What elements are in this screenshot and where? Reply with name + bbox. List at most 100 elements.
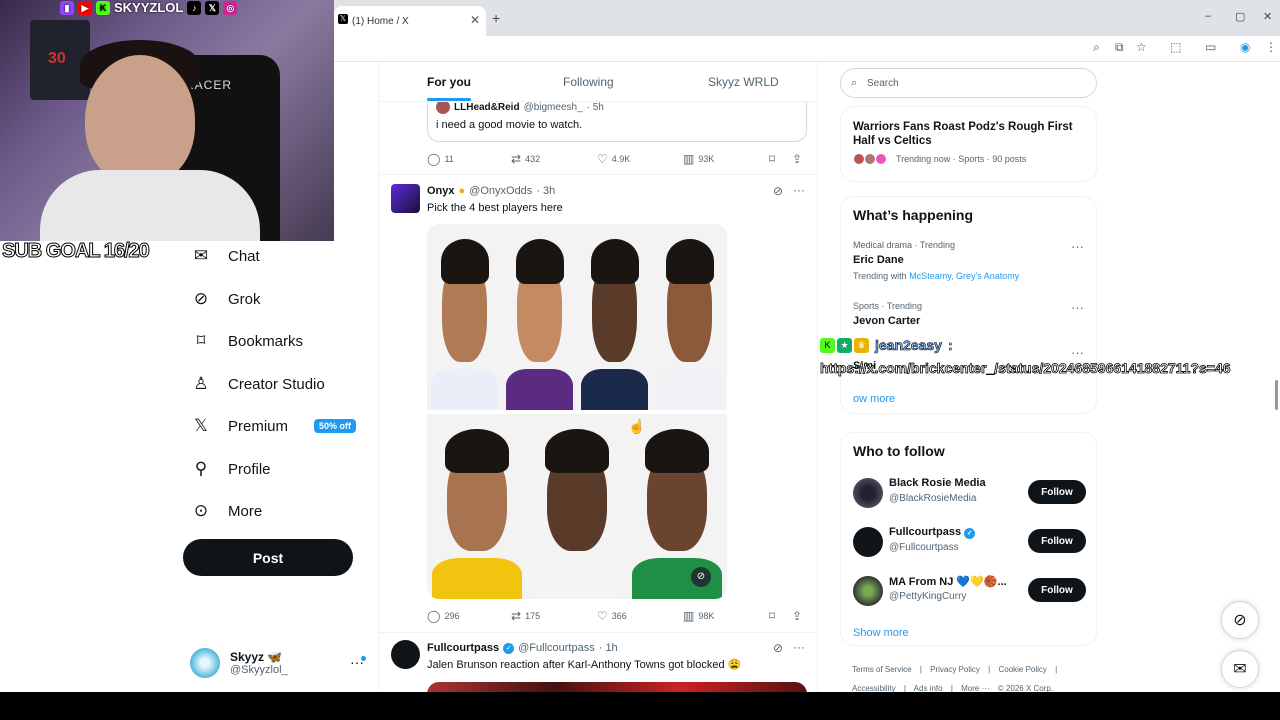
new-tab-button[interactable]: + [492, 10, 500, 26]
zoom-icon[interactable]: ⌕ [1093, 40, 1100, 55]
profile-icon[interactable]: ◉ [1240, 40, 1250, 54]
notification-dot [361, 656, 366, 661]
heart-icon: ♡ [597, 152, 608, 166]
follow-button[interactable]: Follow [1028, 480, 1086, 504]
sidepanel-icon[interactable]: ▭ [1205, 40, 1216, 54]
repost-icon: ⇄ [511, 609, 522, 623]
nav-chat[interactable]: ✉ Chat [190, 246, 260, 266]
footer-ads-link[interactable]: Ads info [914, 684, 943, 692]
trend-name[interactable]: Jevon Carter [853, 315, 920, 327]
extensions-icon[interactable]: ⬚ [1170, 40, 1181, 54]
nav-label: Profile [228, 460, 271, 478]
follow-button[interactable]: Follow [1028, 578, 1086, 602]
like-button[interactable]: ♡ 4.9K [597, 152, 630, 166]
tweet-header: Fullcourtpass ✓ @Fullcourtpass · 1h [427, 642, 618, 654]
views-button[interactable]: ▥ 93K [683, 152, 714, 166]
account-switcher[interactable]: Skyyz 🦋 @Skyyzlol_ [190, 648, 288, 678]
footer-privacy-link[interactable]: Privacy Policy [930, 665, 980, 674]
tab-skyyz-wrld[interactable]: Skyyz WRLD [708, 75, 779, 89]
like-button[interactable]: ♡ 366 [597, 609, 627, 623]
nav-creator-studio[interactable]: ♙ Creator Studio [190, 374, 325, 394]
follow-suggestion[interactable]: Fullcourtpass ✓ @Fullcourtpass Follow [853, 524, 1098, 564]
tweet-author-handle[interactable]: @OnyxOdds [469, 185, 532, 197]
tweet-author-name[interactable]: Fullcourtpass [427, 642, 499, 654]
bookmark-button[interactable]: ⌑ [769, 609, 775, 623]
share-button[interactable]: ⇪ [792, 152, 802, 166]
maximize-button[interactable]: ▢ [1235, 10, 1245, 23]
follow-button[interactable]: Follow [1028, 529, 1086, 553]
reply-button[interactable]: ◯ 11 [427, 152, 454, 166]
tweet-author-name[interactable]: Onyx [427, 185, 455, 197]
footer-more-link[interactable]: More ··· [961, 684, 989, 692]
nav-premium[interactable]: 𝕏 Premium 50% off [190, 416, 357, 436]
share-button[interactable]: ⇪ [792, 609, 802, 623]
player-photo [502, 224, 577, 410]
show-more-link[interactable]: Show more [853, 627, 909, 639]
post-button[interactable]: Post [183, 539, 353, 576]
trend-meta: Trending now · Sports · 90 posts [853, 153, 1026, 165]
tweet-author-handle[interactable]: @Fullcourtpass [518, 642, 595, 654]
grok-icon[interactable]: ⊘ [773, 184, 783, 198]
trend-name[interactable]: Eric Dane [853, 254, 904, 266]
bookmark-button[interactable]: ⌑ [769, 152, 775, 166]
streamer-shirt [40, 170, 260, 241]
grok-float-button[interactable]: ⊘ [1221, 601, 1259, 639]
more-dots-icon[interactable]: ··· [1071, 239, 1084, 254]
divider [379, 174, 817, 175]
menu-kebab-icon[interactable]: ⋮ [1265, 40, 1277, 54]
repost-button[interactable]: ⇄ 432 [511, 152, 540, 166]
avatar[interactable] [391, 184, 420, 213]
repost-button[interactable]: ⇄ 175 [511, 609, 540, 623]
trend-category: Sports · Trending [853, 301, 923, 311]
minimize-button[interactable]: – [1205, 10, 1211, 22]
tweet-video-thumbnail[interactable] [427, 682, 807, 692]
browser-tab-home[interactable]: 𝕏 (1) Home / X ✕ [334, 6, 486, 36]
trend-with-links[interactable]: McSteamy, Grey's Anatomy [909, 271, 1019, 281]
bookmark-icon: ⌑ [769, 609, 776, 623]
more-dots-icon[interactable]: ··· [793, 640, 805, 654]
nav-label: Grok [228, 290, 261, 308]
bookmark-star-icon[interactable]: ☆ [1136, 40, 1147, 54]
more-dots-icon[interactable]: ··· [1071, 300, 1084, 315]
tab-close-icon[interactable]: ✕ [470, 13, 480, 27]
tab-following[interactable]: Following [563, 75, 614, 89]
x-logo-icon: 𝕏 [205, 0, 220, 15]
tiktok-icon: ♪ [187, 0, 202, 15]
footer-terms-link[interactable]: Terms of Service [852, 665, 912, 674]
grok-image-icon[interactable]: ⊘ [691, 567, 711, 587]
show-more-link[interactable]: ow more [853, 393, 895, 405]
nav-profile[interactable]: ⚲ Profile [190, 459, 271, 479]
tweet-media-grid[interactable] [427, 224, 727, 599]
grok-icon[interactable]: ⊘ [773, 641, 783, 655]
views-button[interactable]: ▥ 98K [683, 609, 714, 623]
footer-accessibility-link[interactable]: Accessibility [852, 684, 896, 692]
footer-sep: | [988, 665, 991, 674]
more-dots-icon[interactable]: ··· [793, 183, 805, 197]
follow-suggestion[interactable]: Black Rosie Media @BlackRosieMedia Follo… [853, 475, 1098, 515]
scrollbar-thumb[interactable] [1275, 380, 1278, 410]
desktop-screen: 𝕏 (1) Home / X ✕ + – ▢ ✕ ⌕ ⧉ ☆ ⬚ ▭ ◉ ⋮ 3… [0, 0, 1280, 692]
tweet-text: Jalen Brunson reaction after Karl-Anthon… [427, 659, 742, 671]
search-input[interactable]: ⌕ Search [840, 68, 1097, 98]
nav-label: Premium [228, 417, 289, 435]
nav-more[interactable]: ⊙ More [190, 501, 262, 521]
nav-bookmarks[interactable]: ⌑ Bookmarks [190, 331, 303, 351]
crown-icon: ♛ [854, 337, 869, 353]
follow-suggestion[interactable]: MA From NJ 💙💛🏀... @PettyKingCurry Follow [853, 573, 1098, 613]
tab-for-you[interactable]: For you [427, 75, 471, 89]
nav-grok[interactable]: ⊘ Grok [190, 289, 261, 309]
avatar[interactable] [391, 640, 420, 669]
top-trend-card[interactable]: Warriors Fans Roast Podz's Rough First H… [840, 106, 1097, 182]
person-icon: ⚲ [194, 459, 208, 478]
footer-cookie-link[interactable]: Cookie Policy [998, 665, 1046, 674]
chat-float-button[interactable]: ✉ [1221, 650, 1259, 688]
x-logo-icon: 𝕏 [194, 416, 208, 435]
webcam-overlay: 30 RACER ▮ ▶ K SKYYZLOL ♪ 𝕏 ◎ [0, 0, 334, 241]
bookmark-icon: ⌑ [769, 152, 776, 166]
quoted-tweet[interactable]: LLHead&Reid @bigmeesh_ · 5h i need a goo… [427, 100, 807, 142]
verified-badge-icon: ✓ [964, 528, 976, 539]
cast-icon[interactable]: ⧉ [1115, 40, 1124, 55]
close-window-button[interactable]: ✕ [1263, 10, 1272, 23]
reply-button[interactable]: ◯ 296 [427, 609, 459, 623]
nav-label: Creator Studio [228, 375, 325, 393]
